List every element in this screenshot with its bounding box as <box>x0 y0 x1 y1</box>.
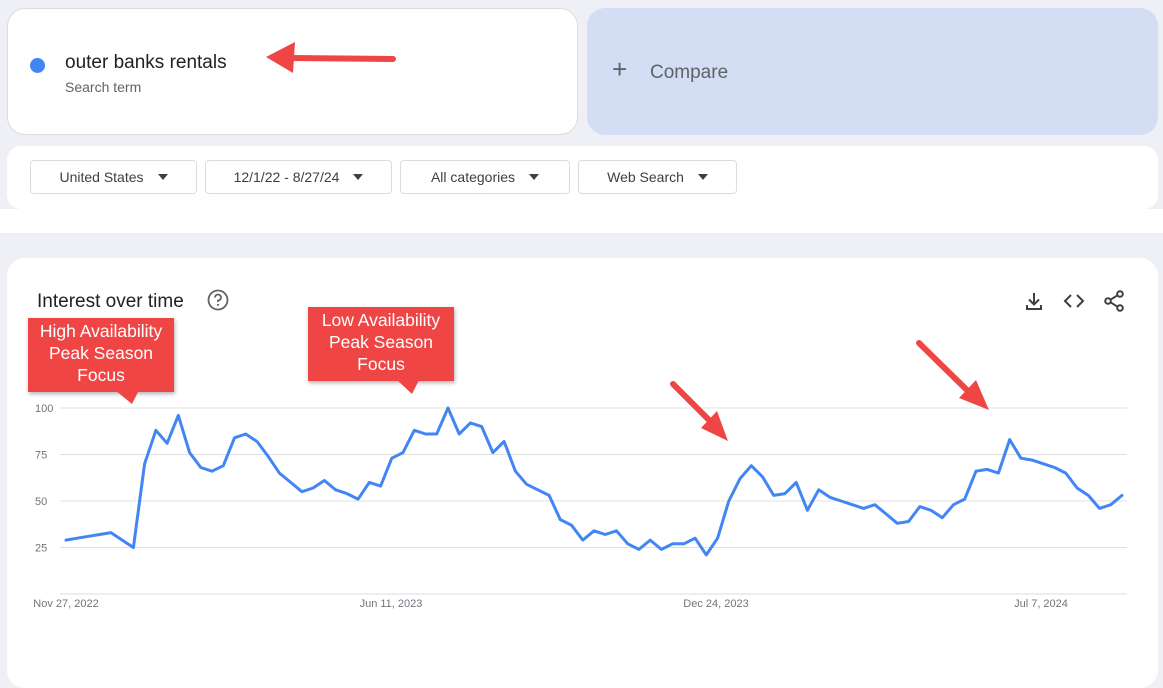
y-tick-label: 100 <box>35 403 53 415</box>
x-tick-label: Nov 27, 2022 <box>33 598 98 610</box>
annotation-callout-high-availability: High Availability Peak Season Focus <box>28 318 174 392</box>
series-line <box>64 406 1124 557</box>
y-tick-label: 75 <box>35 450 47 462</box>
x-tick-label: Jul 7, 2024 <box>1014 598 1068 610</box>
annotation-text-high-availability: High Availability Peak Season Focus <box>39 321 163 385</box>
y-tick-label: 50 <box>35 496 47 508</box>
x-tick-label: Dec 24, 2023 <box>683 598 748 610</box>
y-tick-label: 25 <box>35 543 47 555</box>
annotation-callout-low-availability: Low Availability Peak Season Focus <box>308 307 454 381</box>
x-tick-label: Jun 11, 2023 <box>360 598 423 610</box>
interest-line-chart: 25 50 75 100 Nov 27, 2022 Jun 11, 2023 Dec 24… <box>33 403 1127 610</box>
annotation-text-low-availability: Low Availability Peak Season Focus <box>321 310 441 374</box>
